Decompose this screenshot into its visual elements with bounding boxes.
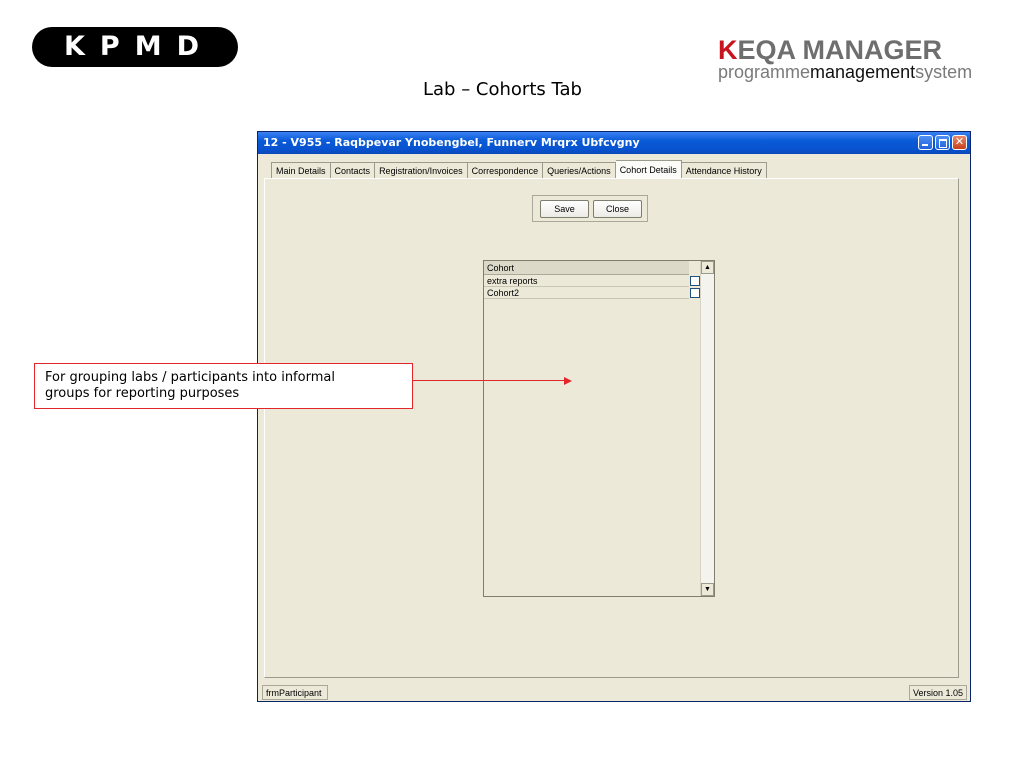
tab-contacts[interactable]: Contacts [330, 162, 376, 179]
eqa-logo-title: KEQA MANAGER [718, 36, 1018, 64]
kpmd-logo: KPMD [32, 27, 238, 67]
cohort-row[interactable]: extra reports [484, 276, 689, 287]
tab-strip: Main Details Contacts Registration/Invoi… [271, 160, 767, 179]
save-button[interactable]: Save [540, 200, 589, 218]
cohort-grid: Cohort extra reports Cohort2 ▲ ▼ [483, 260, 715, 597]
status-form-name: frmParticipant [262, 685, 328, 700]
action-button-group: Save Close [532, 195, 648, 222]
status-bar: frmParticipant Version 1.05 [258, 683, 970, 701]
cohort-checkbox[interactable] [690, 276, 700, 286]
close-button[interactable]: Close [593, 200, 642, 218]
participant-window: 12 - V955 - Raqbpevar Ynobengbel, Funner… [257, 131, 971, 702]
eqa-logo-sub-1: programme [718, 62, 811, 82]
tab-attendance-history[interactable]: Attendance History [681, 162, 767, 179]
scroll-up-icon[interactable]: ▲ [701, 261, 714, 274]
maximize-icon[interactable] [935, 135, 950, 150]
slide-title: Lab – Cohorts Tab [423, 79, 582, 100]
eqa-logo-sub-3: system [915, 62, 973, 82]
annotation-callout: For grouping labs / participants into in… [34, 363, 413, 409]
eqa-manager-logo: KEQA MANAGER programmemanagementsystem [718, 36, 1018, 81]
minimize-icon[interactable] [918, 135, 933, 150]
eqa-logo-subtitle: programmemanagementsystem [718, 63, 1018, 81]
eqa-logo-title-text: EQA MANAGER [737, 35, 943, 65]
eqa-logo-sub-2: management [810, 62, 916, 82]
window-title: 12 - V955 - Raqbpevar Ynobengbel, Funner… [263, 136, 640, 149]
tab-main-details[interactable]: Main Details [271, 162, 331, 179]
cohort-name: Cohort2 [487, 288, 520, 298]
annotation-arrow-line [413, 380, 565, 381]
window-titlebar[interactable]: 12 - V955 - Raqbpevar Ynobengbel, Funner… [258, 132, 970, 154]
annotation-arrow-icon [564, 377, 572, 385]
eqa-logo-k-mark: K [718, 35, 738, 65]
scroll-down-icon[interactable]: ▼ [701, 583, 714, 596]
tab-correspondence[interactable]: Correspondence [467, 162, 544, 179]
status-version: Version 1.05 [909, 685, 967, 700]
grid-scrollbar[interactable]: ▲ ▼ [700, 261, 714, 596]
tab-registration-invoices[interactable]: Registration/Invoices [375, 162, 468, 179]
tab-queries-actions[interactable]: Queries/Actions [543, 162, 616, 179]
annotation-line-1: For grouping labs / participants into in… [45, 370, 335, 385]
close-icon[interactable]: ✕ [952, 135, 967, 150]
tab-cohort-details[interactable]: Cohort Details [615, 160, 682, 179]
annotation-line-2: groups for reporting purposes [45, 386, 240, 401]
cohort-name: extra reports [487, 276, 538, 286]
cohort-column-header[interactable]: Cohort [484, 261, 689, 275]
cohort-row[interactable]: Cohort2 [484, 288, 689, 299]
cohort-checkbox[interactable] [690, 288, 700, 298]
